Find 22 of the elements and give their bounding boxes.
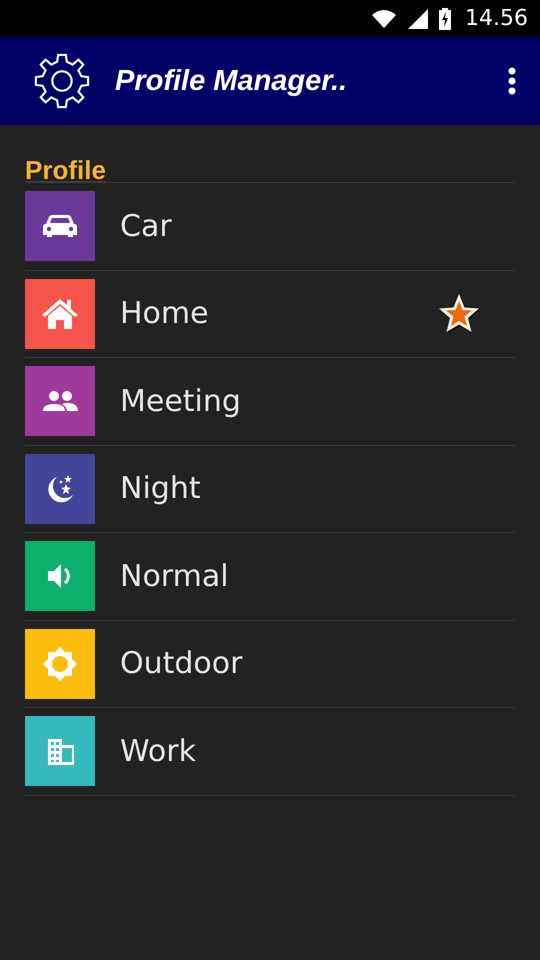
signal-icon [407,8,430,28]
app-title: Profile Manager.. [115,64,348,98]
profile-item[interactable]: Night [25,446,515,533]
profile-item[interactable]: Normal [25,533,515,620]
settings-icon[interactable] [33,52,91,110]
wifi-icon [371,8,398,28]
profile-name: Outdoor [120,646,244,682]
menu-icon[interactable] [508,67,516,95]
battery-icon [439,8,452,30]
section-heading: Profile [25,125,106,182]
profile-name: Work [120,734,197,769]
profile-item[interactable]: Meeting [25,358,515,446]
profile-name: Night [120,471,202,506]
profile-item[interactable]: Work [25,708,515,796]
profile-name: Car [120,208,173,244]
profile-item[interactable]: Car [25,183,515,270]
profile-name: Meeting [120,384,242,419]
profile-name: Home [120,296,210,332]
profile-item[interactable]: Outdoor [25,620,515,708]
clock-time: 14.56 [465,6,528,31]
profile-item[interactable]: Home [25,270,515,358]
profile-name: Normal [120,558,230,594]
